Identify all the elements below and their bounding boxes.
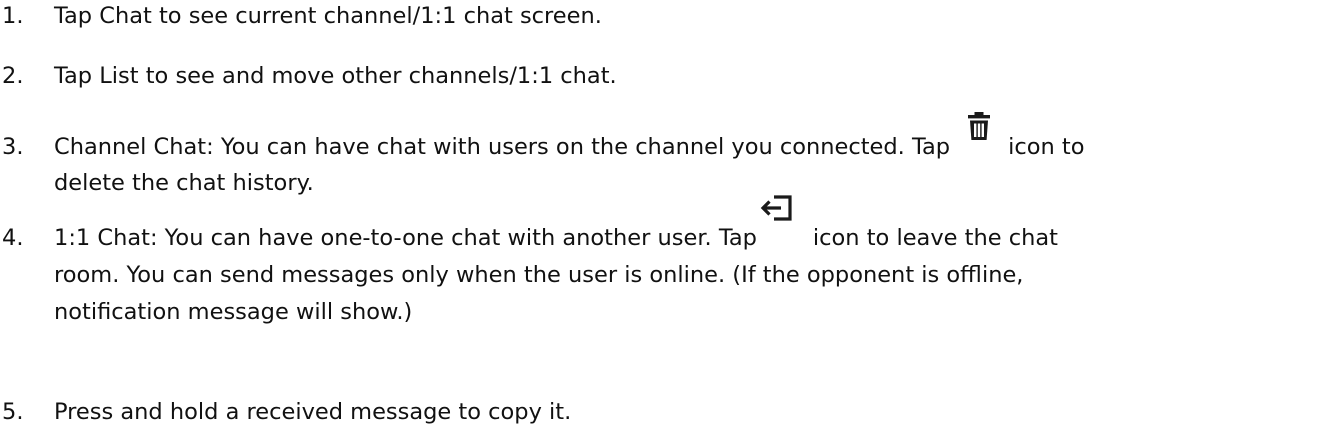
exit-icon <box>757 195 813 245</box>
item-text: Press and hold a received message to cop… <box>54 399 572 425</box>
trash-icon <box>950 112 1008 154</box>
item-number: 1. <box>2 3 24 29</box>
item-text-after-icon: icon to <box>1008 134 1085 160</box>
item-number: 2. <box>2 63 24 89</box>
item-text-before-icon: Channel Chat: You can have chat with use… <box>54 134 951 160</box>
item-text-line-1: 1:1 Chat: You can have one-to-one chat w… <box>54 195 1058 251</box>
help-page: { "instructions": [ { "number": "1.", "t… <box>0 0 1317 443</box>
item-number: 4. <box>2 225 24 251</box>
item-text-line-3: notification message will show.) <box>54 299 413 325</box>
item-number: 3. <box>2 134 24 160</box>
item-text: Tap Chat to see current channel/1:1 chat… <box>54 3 602 29</box>
item-text-line-1: Channel Chat: You can have chat with use… <box>54 112 1085 160</box>
item-number: 5. <box>2 399 24 425</box>
item-text-line-2: delete the chat history. <box>54 170 314 196</box>
item-text-after-icon: icon to leave the chat <box>812 225 1058 251</box>
item-text-before-icon: 1:1 Chat: You can have one-to-one chat w… <box>54 225 757 251</box>
item-text-line-2: room. You can send messages only when th… <box>54 262 1024 288</box>
item-text: Tap List to see and move other channels/… <box>54 63 617 89</box>
